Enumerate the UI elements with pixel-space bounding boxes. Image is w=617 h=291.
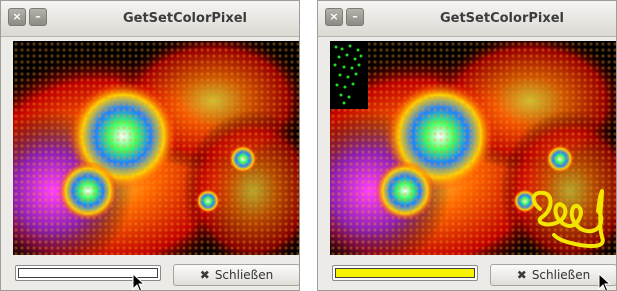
window-right: × – GetSetColorPixel ✖ Schließen <box>317 0 617 291</box>
close-window-button[interactable]: × <box>8 8 26 26</box>
titlebar: × – GetSetColorPixel <box>1 1 299 37</box>
progress-inner <box>335 268 475 278</box>
window-left: × – GetSetColorPixel ✖ Schließen <box>0 0 300 291</box>
close-button-label: Schließen <box>531 268 591 282</box>
window-title: GetSetColorPixel <box>439 11 564 26</box>
fractal-canvas[interactable] <box>330 41 616 255</box>
window-title: GetSetColorPixel <box>122 11 247 26</box>
progress-fill <box>336 269 474 277</box>
close-window-button[interactable]: × <box>325 8 343 26</box>
fractal-image <box>13 41 299 255</box>
minimize-window-button[interactable]: – <box>346 8 364 26</box>
close-button[interactable]: ✖ Schließen <box>173 264 299 286</box>
mouse-pointer-icon <box>132 273 146 290</box>
titlebar: × – GetSetColorPixel <box>318 1 616 37</box>
fractal-image <box>330 41 616 255</box>
progress-bar <box>332 265 478 281</box>
mouse-pointer-icon <box>598 273 612 290</box>
close-x-icon: ✖ <box>199 268 210 282</box>
close-button-label: Schließen <box>214 268 274 282</box>
minimize-window-button[interactable]: – <box>29 8 47 26</box>
fractal-canvas[interactable] <box>13 41 299 255</box>
close-x-icon: ✖ <box>516 268 527 282</box>
